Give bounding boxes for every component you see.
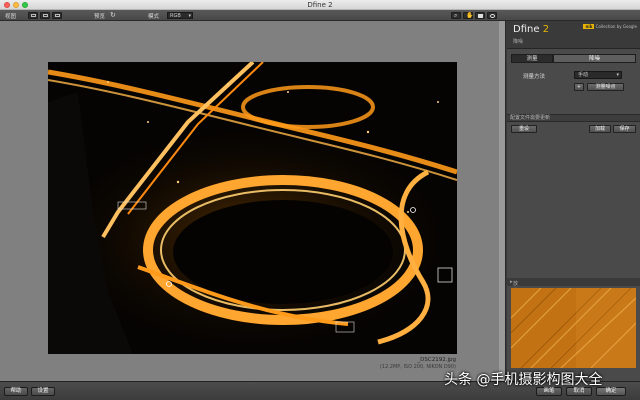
reset-button[interactable]: 重设 [511, 125, 537, 133]
window-title-bar: Dfine 2 [0, 0, 640, 10]
collection-text: Collection by Google [595, 24, 637, 29]
refresh-icon: ↻ [110, 11, 116, 19]
panel-header: Dfine 2 nik Collection by Google 降噪 [507, 21, 640, 49]
image-canvas[interactable]: _DSC2192.jpg (12.2MP, ISO 200, NIKON D90… [0, 21, 506, 381]
nik-logo-text: nik [583, 24, 595, 29]
loupe-tool-button[interactable] [487, 12, 497, 19]
preview-toggle[interactable]: ↻ [108, 11, 118, 19]
settings-button[interactable]: 设置 [31, 387, 55, 396]
section-title: 降噪 [513, 39, 524, 45]
brand-text: Dfine [513, 24, 540, 35]
method-label: 测量方法 [523, 74, 546, 80]
zoom-tool-button[interactable]: ⌕ [451, 12, 461, 19]
side-by-side-icon [55, 14, 60, 17]
canvas-scrollbar[interactable] [499, 21, 505, 381]
watermark: 头条 @手机摄影构图大全 [444, 372, 603, 388]
photo-preview[interactable] [48, 62, 457, 354]
nik-logo: nik Collection by Google [583, 24, 637, 29]
help-button[interactable]: 帮助 [4, 387, 28, 396]
single-view-button[interactable] [28, 12, 38, 19]
side-by-side-view-button[interactable] [52, 12, 62, 19]
mode-select[interactable]: RGB ▾ [167, 12, 193, 19]
loupe-header[interactable]: ▸ 放大镜 [507, 278, 640, 301]
method-select[interactable]: 手动 ▾ [574, 71, 622, 79]
control-panel: Dfine 2 nik Collection by Google 降噪 测量 降… [507, 21, 640, 381]
tab-measure[interactable]: 测量 [511, 54, 553, 63]
window-title: Dfine 2 [307, 1, 333, 9]
profile-bar: 配置文件需要更新 [507, 114, 640, 122]
background-color-button[interactable] [475, 12, 485, 19]
split-view-icon [43, 14, 48, 17]
mode-value: RGB [170, 13, 181, 19]
save-preset-button[interactable]: 保存 [613, 125, 636, 133]
loupe-image [511, 288, 636, 368]
profile-bar-label: 配置文件需要更新 [510, 115, 551, 121]
hand-icon: ✋ [466, 12, 474, 19]
load-button[interactable]: 加载 [589, 125, 611, 133]
night-interchange-photo [48, 62, 457, 354]
color-swatch-icon [478, 14, 483, 18]
view-label: 视图 [5, 14, 17, 20]
chevron-down-icon: ▾ [616, 72, 619, 78]
loupe-label: ▸ 放大镜 [510, 279, 518, 301]
split-view-button[interactable] [40, 12, 50, 19]
method-value: 手动 [578, 72, 589, 78]
loupe-icon [490, 14, 495, 18]
loupe-preview [511, 288, 636, 368]
tab-reduce[interactable]: 降噪 [553, 54, 636, 63]
add-point-icon-button[interactable]: + [574, 83, 584, 91]
magnifier-icon: ⌕ [454, 12, 458, 19]
version-text: 2 [542, 24, 550, 35]
add-point-button[interactable]: 测量噪点 [587, 83, 624, 91]
crosshair-icon: + [576, 84, 582, 90]
chevron-down-icon: ▾ [188, 13, 191, 19]
single-view-icon [31, 14, 36, 17]
mode-label: 模式 [148, 14, 160, 20]
preview-label: 预览 [94, 14, 106, 20]
hand-tool-button[interactable]: ✋ [463, 12, 473, 19]
file-name: _DSC2192.jpg [417, 357, 456, 363]
product-name: Dfine 2 [513, 24, 549, 35]
toolbar: 视图 预览 ↻ 模式 RGB ▾ ⌕ ✋ [0, 10, 640, 21]
